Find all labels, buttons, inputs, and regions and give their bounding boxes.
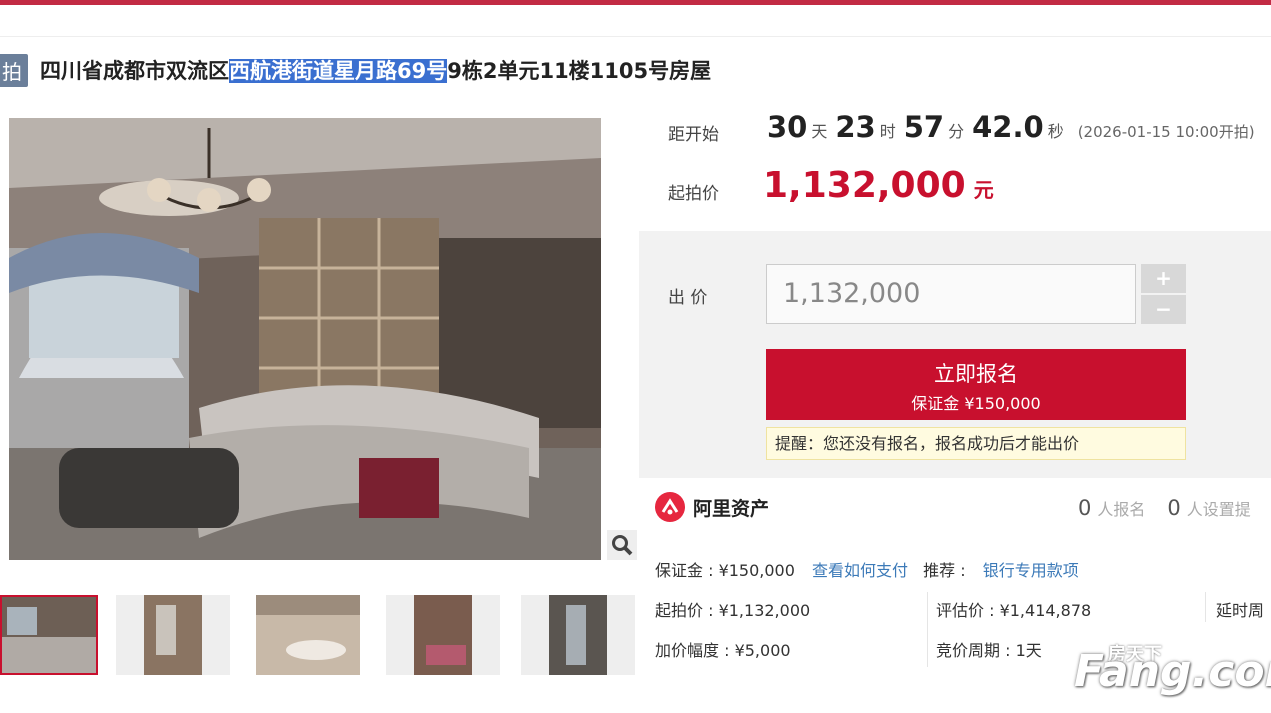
countdown-hours: 23: [835, 110, 876, 144]
main-property-photo[interactable]: [9, 118, 601, 560]
register-now-button[interactable]: 立即报名 保证金 ¥150,000: [766, 349, 1186, 420]
bidding-cycle: 竞价周期 : 1天: [936, 641, 1042, 660]
countdown-minutes: 57: [903, 110, 945, 144]
auction-tag: 拍: [0, 53, 28, 87]
bid-stepper: + −: [1141, 264, 1186, 326]
countdown-label: 距开始: [668, 125, 719, 145]
start-price-unit: 元: [973, 178, 994, 202]
bid-label: 出 价: [668, 288, 708, 308]
registration-notice: 提醒：您还没有报名，报名成功后才能出价: [766, 427, 1186, 460]
register-button-label: 立即报名: [934, 362, 1018, 386]
thumbnail-3[interactable]: [256, 595, 360, 675]
deposit-text: 保证金 : ¥150,000: [655, 561, 795, 580]
bid-panel: 出 价 1,132,000 + − 立即报名 保证金 ¥150,000 提醒：您…: [639, 231, 1271, 478]
delay-cycle: 延时周: [1216, 601, 1265, 620]
thumbnail-5[interactable]: [521, 595, 635, 675]
top-accent-bar: [0, 0, 1271, 5]
reminder-unit: 人设置提: [1186, 500, 1251, 519]
signup-unit: 人报名: [1097, 500, 1146, 519]
header-divider: [0, 36, 1271, 37]
detail-divider-2: [1205, 592, 1206, 622]
countdown-days: 30: [767, 110, 808, 144]
zoom-icon[interactable]: [607, 530, 637, 560]
start-price-label: 起拍价: [668, 184, 719, 204]
ali-assets-logo-icon: [655, 492, 685, 522]
thumbnail-4[interactable]: [386, 595, 500, 675]
how-to-pay-link[interactable]: 查看如何支付: [812, 561, 908, 580]
start-price: 1,132,000 元: [763, 165, 994, 206]
platform-name: 阿里资产: [693, 497, 770, 520]
title-part-2: 9栋2单元11楼1105号房屋: [447, 59, 712, 83]
register-deposit-text: 保证金 ¥150,000: [911, 394, 1041, 413]
seconds-unit: 秒: [1047, 122, 1064, 141]
appraisal-price: 评估价 : ¥1,414,878: [936, 601, 1092, 620]
reminder-count: 0: [1167, 496, 1181, 520]
participant-counts: 0 人报名 0 人设置提: [1078, 496, 1271, 520]
thumbnail-2[interactable]: [116, 595, 230, 675]
countdown-seconds: 42.0: [972, 110, 1044, 144]
start-price-value: 1,132,000: [763, 165, 966, 206]
deposit-info: 保证金 : ¥150,000 查看如何支付 推荐 : 银行专用款项: [655, 557, 1079, 581]
thumbnail-strip: [0, 595, 640, 677]
bank-account-link[interactable]: 银行专用款项: [983, 561, 1079, 580]
minutes-unit: 分: [948, 122, 965, 141]
bid-amount-input[interactable]: 1,132,000: [766, 264, 1136, 324]
recommend-label: 推荐 :: [923, 561, 966, 580]
platform-brand: 阿里资产: [655, 492, 769, 522]
increase-bid-button[interactable]: +: [1141, 264, 1186, 293]
bid-increment: 加价幅度 : ¥5,000: [655, 641, 791, 660]
hours-unit: 时: [879, 122, 896, 141]
title-part-1: 四川省成都市双流区: [40, 59, 229, 83]
days-unit: 天: [811, 122, 828, 141]
detail-divider-1: [927, 592, 928, 667]
countdown-timer: 30 天 23 时 57 分 42.0 秒 (2026-01-15 10:00开拍): [767, 110, 1255, 148]
fang-watermark: Fang.com: [1074, 646, 1271, 697]
listing-title-row: 拍 四川省成都市双流区西航港街道星月路69号9栋2单元11楼1105号房屋: [0, 50, 711, 90]
decrease-bid-button[interactable]: −: [1141, 295, 1186, 324]
start-time-note: (2026-01-15 10:00开拍): [1077, 123, 1255, 141]
thumbnail-1[interactable]: [0, 595, 98, 675]
title-highlighted-text: 西航港街道星月路69号: [229, 59, 448, 83]
signup-count: 0: [1078, 496, 1092, 520]
listing-title: 四川省成都市双流区西航港街道星月路69号9栋2单元11楼1105号房屋: [40, 55, 711, 85]
start-price-detail: 起拍价 : ¥1,132,000: [655, 601, 811, 620]
